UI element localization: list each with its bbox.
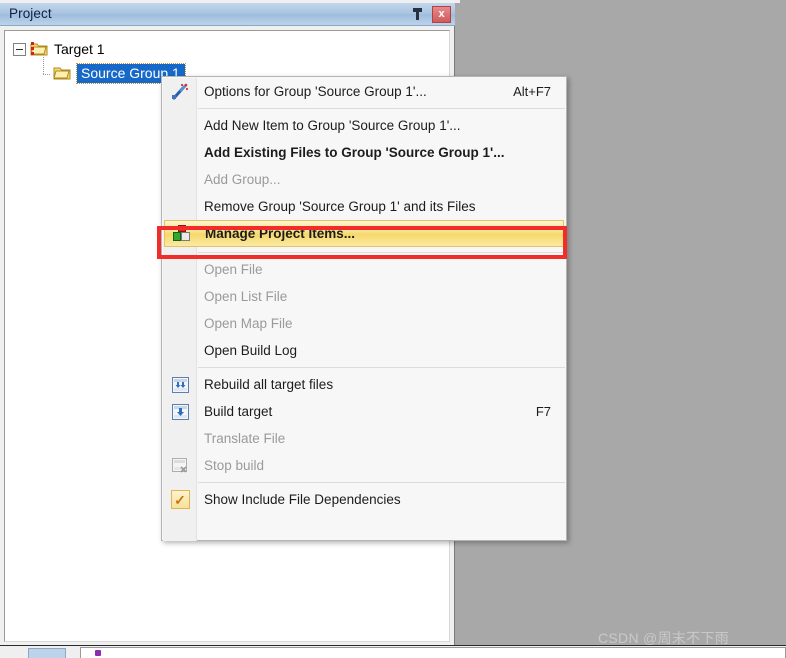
menu-item-accelerator: Alt+F7 bbox=[513, 84, 551, 99]
rebuild-icon bbox=[163, 371, 197, 398]
menu-item-label: Add Group... bbox=[204, 172, 281, 187]
menu-item-icon-slot bbox=[163, 193, 197, 220]
menu-item-open-build-log[interactable]: Open Build Log bbox=[163, 337, 565, 364]
magic-wand-icon bbox=[163, 78, 197, 105]
menu-item-label: Options for Group 'Source Group 1'... bbox=[204, 84, 427, 99]
menu-item-build-target[interactable]: Build target F7 bbox=[163, 398, 565, 425]
tree-node-target[interactable]: Target 1 bbox=[13, 37, 449, 61]
menu-item-rebuild-all-target-files[interactable]: Rebuild all target files bbox=[163, 371, 565, 398]
menu-item-label: Manage Project Items... bbox=[205, 226, 356, 241]
menu-item-label: Rebuild all target files bbox=[204, 377, 334, 392]
expander-collapse-icon[interactable] bbox=[13, 42, 26, 56]
menu-item-icon-slot bbox=[163, 166, 197, 193]
menu-item-icon-slot bbox=[163, 256, 197, 283]
menu-separator bbox=[198, 252, 565, 253]
menu-item-add-group: Add Group... bbox=[163, 166, 565, 193]
menu-item-remove-group[interactable]: Remove Group 'Source Group 1' and its Fi… bbox=[163, 193, 565, 220]
tree-node-label: Target 1 bbox=[54, 41, 105, 57]
menu-item-accelerator: F7 bbox=[535, 404, 551, 419]
context-menu-items: Options for Group 'Source Group 1'... Al… bbox=[163, 78, 565, 513]
menu-item-options-for-group[interactable]: Options for Group 'Source Group 1'... Al… bbox=[163, 78, 565, 105]
project-panel-titlebar: Project x bbox=[0, 3, 455, 26]
menu-item-label: Build target bbox=[204, 404, 273, 419]
menu-item-label: Show Include File Dependencies bbox=[204, 492, 401, 507]
menu-item-manage-project-items[interactable]: Manage Project Items... bbox=[164, 220, 564, 247]
close-icon[interactable]: x bbox=[432, 5, 451, 23]
menu-separator bbox=[198, 108, 565, 109]
target-folder-icon bbox=[30, 41, 49, 57]
page-title: Project bbox=[9, 6, 52, 21]
screenshot-root: Project x Target 1 Source Group 1 Option… bbox=[0, 0, 786, 658]
context-menu: Options for Group 'Source Group 1'... Al… bbox=[161, 76, 567, 541]
pin-glyph-icon bbox=[412, 8, 423, 20]
menu-item-label: Open Build Log bbox=[204, 343, 298, 358]
menu-item-open-map-file: Open Map File bbox=[163, 310, 565, 337]
menu-item-add-new-item[interactable]: Add New Item to Group 'Source Group 1'..… bbox=[163, 112, 565, 139]
menu-item-stop-build: Stop build bbox=[163, 452, 565, 479]
menu-item-icon-slot bbox=[163, 283, 197, 310]
menu-item-icon-slot bbox=[163, 337, 197, 364]
stop-build-icon bbox=[163, 452, 197, 479]
menu-item-translate-file: Translate File bbox=[163, 425, 565, 452]
build-icon bbox=[163, 398, 197, 425]
menu-item-label: Open File bbox=[204, 262, 263, 277]
menu-item-label: Add Existing Files to Group 'Source Grou… bbox=[204, 145, 505, 160]
pin-icon[interactable] bbox=[408, 5, 426, 23]
menu-item-icon-slot bbox=[163, 310, 197, 337]
bottom-output-pane bbox=[80, 647, 786, 658]
tree-connector-line bbox=[41, 56, 51, 80]
checkmark-icon: ✓ bbox=[163, 486, 197, 513]
menu-item-label: Add New Item to Group 'Source Group 1'..… bbox=[204, 118, 461, 133]
menu-separator bbox=[198, 482, 565, 483]
menu-item-open-list-file: Open List File bbox=[163, 283, 565, 310]
bottom-pane-marker-icon bbox=[95, 650, 101, 656]
project-items-blocks-icon bbox=[165, 220, 198, 247]
watermark: CSDN @周末不下雨 bbox=[598, 630, 730, 646]
menu-item-add-existing-files[interactable]: Add Existing Files to Group 'Source Grou… bbox=[163, 139, 565, 166]
folder-icon bbox=[53, 65, 72, 81]
titlebar-buttons: x bbox=[408, 5, 451, 23]
bottom-tab[interactable] bbox=[28, 648, 66, 658]
menu-item-icon-slot bbox=[163, 112, 197, 139]
menu-item-icon-slot bbox=[163, 425, 197, 452]
menu-item-label: Open List File bbox=[204, 289, 288, 304]
menu-item-label: Translate File bbox=[204, 431, 286, 446]
menu-item-open-file: Open File bbox=[163, 256, 565, 283]
menu-item-label: Open Map File bbox=[204, 316, 293, 331]
menu-item-icon-slot bbox=[163, 139, 197, 166]
menu-item-label: Remove Group 'Source Group 1' and its Fi… bbox=[204, 199, 476, 214]
menu-item-label: Stop build bbox=[204, 458, 265, 473]
menu-separator bbox=[198, 367, 565, 368]
menu-item-show-include-file-dependencies[interactable]: ✓ Show Include File Dependencies bbox=[163, 486, 565, 513]
